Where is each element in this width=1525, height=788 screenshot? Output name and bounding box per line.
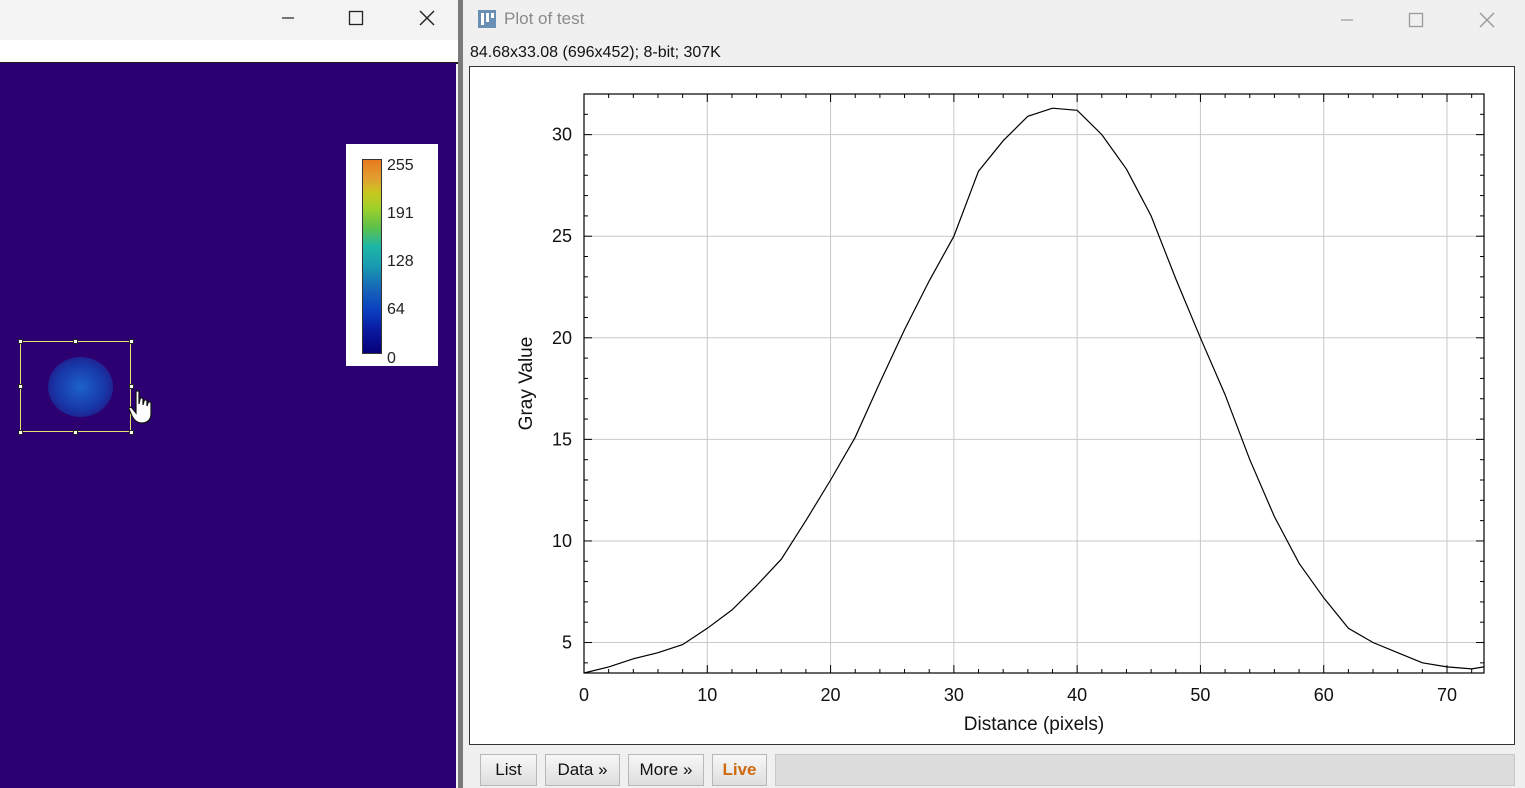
rectangle-roi[interactable] (20, 341, 131, 432)
y-axis-label: Gray Value (516, 337, 537, 431)
minimize-button[interactable] (265, 0, 311, 36)
minimize-icon (1341, 19, 1353, 21)
data-button[interactable]: Data » (545, 754, 620, 786)
lut-label: 64 (387, 301, 405, 318)
roi-handle[interactable] (18, 430, 23, 435)
plot-button-bar: List Data » More » Live (463, 748, 1525, 788)
y-tick-label: 25 (552, 226, 572, 246)
calibration-gradient (362, 159, 382, 354)
plot-close-button[interactable] (1464, 2, 1510, 38)
y-tick-label: 5 (562, 633, 572, 653)
roi-handle[interactable] (18, 384, 23, 389)
live-button[interactable]: Live (712, 754, 767, 786)
x-axis-label: Distance (pixels) (964, 714, 1104, 735)
roi-handle[interactable] (129, 430, 134, 435)
profile-line (583, 107, 1485, 674)
roi-handle[interactable] (73, 430, 78, 435)
x-tick-label: 60 (1314, 685, 1334, 705)
plot-maximize-button[interactable] (1393, 2, 1439, 38)
grid (584, 94, 1484, 673)
imagej-icon (478, 10, 496, 28)
maximize-icon (348, 10, 364, 26)
x-tick-label: 50 (1190, 685, 1210, 705)
y-tick-label: 15 (552, 429, 572, 449)
close-icon (419, 10, 435, 26)
maximize-button[interactable] (333, 0, 379, 36)
image-window-titlebar (0, 0, 458, 40)
axes-frame (583, 93, 1485, 674)
image-info-strip (0, 40, 458, 62)
lut-label: 0 (387, 350, 396, 367)
plot-window: Plot of test 84.68x33.08 (696x452); 8-bi… (463, 0, 1525, 788)
window-title: Plot of test (504, 9, 585, 28)
image-info: 84.68x33.08 (696x452); 8-bit; 307K (470, 44, 721, 61)
plot-frame: 0 10 20 30 40 50 60 70 5 10 15 20 25 30 Distance (pix… (469, 66, 1515, 745)
lut-label: 128 (387, 253, 414, 270)
plot-minimize-button[interactable] (1324, 2, 1370, 38)
x-tick-label: 20 (821, 685, 841, 705)
ticks: 0 10 20 30 40 50 60 70 5 10 15 20 25 30 (552, 94, 1484, 705)
list-button[interactable]: List (480, 754, 537, 786)
x-tick-label: 10 (697, 685, 717, 705)
more-button[interactable]: More » (628, 754, 704, 786)
x-tick-label: 30 (944, 685, 964, 705)
maximize-icon (1408, 12, 1424, 28)
close-button[interactable] (404, 0, 450, 36)
roi-handle[interactable] (129, 384, 134, 389)
minimize-icon (282, 17, 294, 19)
close-icon (1479, 12, 1495, 28)
y-tick-label: 20 (552, 328, 572, 348)
roi-handle[interactable] (18, 339, 23, 344)
image-window: 255 191 128 64 0 (0, 0, 458, 788)
lut-label: 191 (387, 205, 414, 222)
calibration-bar: 255 191 128 64 0 (346, 144, 438, 367)
y-tick-label: 10 (552, 531, 572, 551)
hand-cursor-icon (128, 390, 152, 424)
y-tick-label: 30 (552, 125, 572, 145)
roi-handle[interactable] (73, 339, 78, 344)
x-tick-label: 0 (579, 685, 589, 705)
x-tick-label: 40 (1067, 685, 1087, 705)
lut-label: 255 (387, 157, 414, 174)
x-tick-label: 70 (1437, 685, 1457, 705)
status-field (775, 754, 1515, 786)
profile-plot: 0 10 20 30 40 50 60 70 5 10 15 20 25 30 Distance (pix… (516, 93, 1485, 735)
roi-handle[interactable] (129, 339, 134, 344)
